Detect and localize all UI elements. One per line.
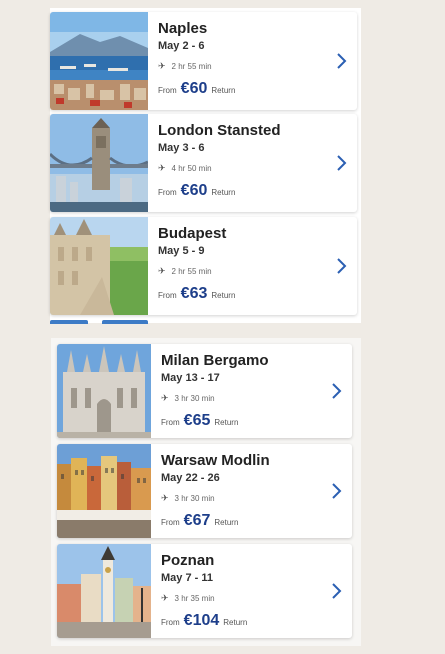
tower-bridge-photo [50,114,148,212]
poznan-town-hall-photo [57,544,151,638]
flight-duration: ✈ 3 hr 30 min [161,393,215,404]
from-label: From [161,518,180,527]
price: €65 [183,412,211,429]
chevron-right-icon[interactable] [330,382,342,400]
destination-card-budapest[interactable]: Budapest May 5 - 9 ✈ 2 hr 55 min From €6… [50,217,357,315]
destination-card-milan-bergamo[interactable]: Milan Bergamo May 13 - 17 ✈ 3 hr 30 min … [57,344,352,438]
from-label: From [158,86,177,95]
plane-icon: ✈ [161,593,169,603]
price-line: From €63 Return [158,285,235,303]
duration-text: 2 hr 55 min [171,267,212,276]
travel-dates: May 7 - 11 [161,572,213,584]
price: €67 [183,512,211,529]
card-info: Warsaw Modlin May 22 - 26 ✈ 3 hr 30 min … [161,444,322,538]
destination-name: London Stansted [158,122,281,139]
chevron-right-icon[interactable] [335,257,347,275]
destination-card-naples[interactable]: Naples May 2 - 6 ✈ 2 hr 55 min From €60 … [50,12,357,110]
destination-name: Poznan [161,552,215,569]
travel-dates: May 5 - 9 [158,245,205,257]
price-line: From €60 Return [158,182,235,200]
travel-dates: May 2 - 6 [158,40,205,52]
duration-text: 3 hr 30 min [174,394,215,403]
price: €60 [180,80,208,97]
chevron-right-icon[interactable] [335,154,347,172]
price: €60 [180,182,208,199]
destination-card-warsaw-modlin[interactable]: Warsaw Modlin May 22 - 26 ✈ 3 hr 30 min … [57,444,352,538]
travel-dates: May 22 - 26 [161,472,220,484]
card-info: Naples May 2 - 6 ✈ 2 hr 55 min From €60 … [158,12,327,110]
destination-name: Warsaw Modlin [161,452,270,469]
chevron-right-icon[interactable] [330,582,342,600]
flight-duration: ✈ 4 hr 50 min [158,163,212,174]
from-label: From [161,618,180,627]
next-card-peek [50,320,88,324]
duration-text: 3 hr 30 min [174,494,215,503]
return-label: Return [214,418,239,427]
flight-duration: ✈ 3 hr 35 min [161,593,215,604]
duration-text: 3 hr 35 min [174,594,215,603]
plane-icon: ✈ [161,493,169,503]
price: €104 [183,612,220,629]
next-card-peek [102,320,148,324]
plane-icon: ✈ [158,266,166,276]
travel-dates: May 3 - 6 [158,142,205,154]
flight-duration: ✈ 2 hr 55 min [158,266,212,277]
destination-card-london-stansted[interactable]: London Stansted May 3 - 6 ✈ 4 hr 50 min … [50,114,357,212]
return-label: Return [211,291,236,300]
naples-harbour-photo [50,12,148,110]
price-line: From €67 Return [161,512,238,530]
card-info: London Stansted May 3 - 6 ✈ 4 hr 50 min … [158,114,327,212]
price-line: From €65 Return [161,412,238,430]
travel-dates: May 13 - 17 [161,372,220,384]
destination-name: Naples [158,20,208,37]
flight-duration: ✈ 3 hr 30 min [161,493,215,504]
card-info: Milan Bergamo May 13 - 17 ✈ 3 hr 30 min … [161,344,322,438]
card-info: Poznan May 7 - 11 ✈ 3 hr 35 min From €10… [161,544,322,638]
return-label: Return [214,518,239,527]
plane-icon: ✈ [161,393,169,403]
plane-icon: ✈ [158,163,166,173]
return-label: Return [223,618,248,627]
chevron-right-icon[interactable] [330,482,342,500]
destination-name: Budapest [158,225,227,242]
from-label: From [161,418,180,427]
warsaw-old-town-photo [57,444,151,538]
return-label: Return [211,188,236,197]
card-info: Budapest May 5 - 9 ✈ 2 hr 55 min From €6… [158,217,327,315]
chevron-right-icon[interactable] [335,52,347,70]
duration-text: 4 hr 50 min [171,164,212,173]
flight-duration: ✈ 2 hr 55 min [158,61,212,72]
duration-text: 2 hr 55 min [171,62,212,71]
return-label: Return [211,86,236,95]
destination-list-1: Naples May 2 - 6 ✈ 2 hr 55 min From €60 … [50,8,361,324]
destination-name: Milan Bergamo [161,352,269,369]
from-label: From [158,291,177,300]
fishermans-bastion-photo [50,217,148,315]
price: €63 [180,285,208,302]
price-line: From €104 Return [161,612,247,630]
milan-cathedral-photo [57,344,151,438]
from-label: From [158,188,177,197]
price-line: From €60 Return [158,80,235,98]
destination-list-2: Milan Bergamo May 13 - 17 ✈ 3 hr 30 min … [51,338,361,646]
destination-card-poznan[interactable]: Poznan May 7 - 11 ✈ 3 hr 35 min From €10… [57,544,352,638]
plane-icon: ✈ [158,61,166,71]
